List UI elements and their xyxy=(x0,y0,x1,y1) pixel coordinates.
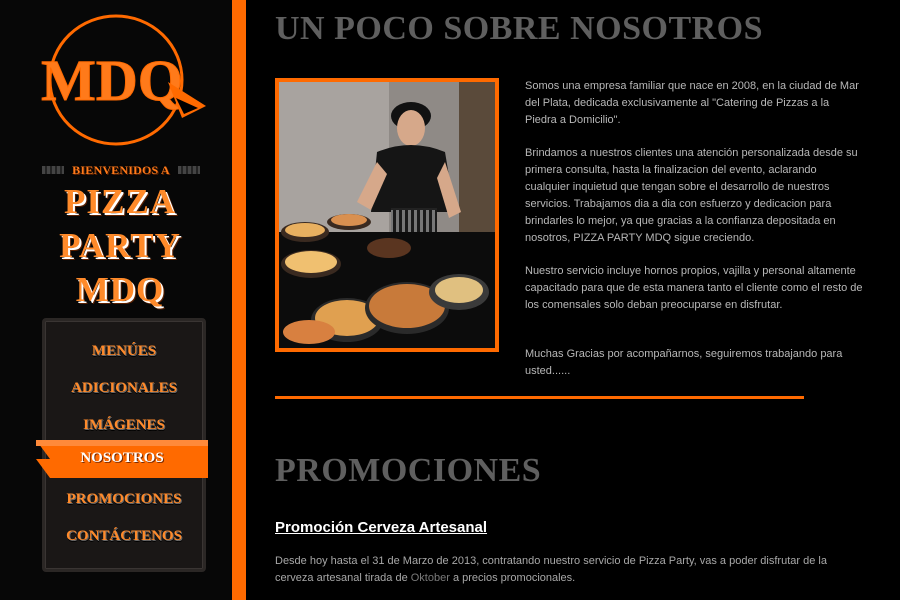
menu-item-promociones[interactable]: PROMOCIONES xyxy=(45,491,203,508)
brand-line-1: PIZZA xyxy=(64,182,176,221)
mdq-logo[interactable]: MDQ xyxy=(30,10,212,150)
promo-text-after: a precios promocionales. xyxy=(449,572,576,584)
promo-title-link[interactable]: Promoción Cerveza Artesanal xyxy=(275,519,487,536)
section-divider xyxy=(275,396,804,399)
welcome-text: BIENVENIDOS A xyxy=(72,162,170,177)
menu-item-nosotros[interactable]: NOSOTROS xyxy=(36,450,208,467)
menu-item-adicionales[interactable]: ADICIONALES xyxy=(45,380,203,397)
about-heading: UN POCO SOBRE NOSOTROS xyxy=(275,10,764,47)
chef-photo-image xyxy=(279,82,495,348)
about-paragraph-1: Somos una empresa familiar que nace en 2… xyxy=(525,80,859,126)
promo-text: Desde hoy hasta el 31 de Marzo de 2013, … xyxy=(275,553,865,587)
menu-item-contactenos[interactable]: CONTÁCTENOS xyxy=(45,528,203,545)
main-content: UN POCO SOBRE NOSOTROS Somos una empresa… xyxy=(246,0,900,600)
menu-item-menues[interactable]: MENÚES xyxy=(45,343,203,360)
sidebar: MDQ BIENVENIDOS A PIZZA PARTY MDQ MENÚES… xyxy=(0,0,232,600)
brand-line-2: PARTY xyxy=(59,226,181,265)
oktober-link[interactable]: Oktober xyxy=(411,572,450,584)
about-paragraph-2: Brindamos a nuestros clientes una atenci… xyxy=(525,147,858,244)
welcome-right-ornament xyxy=(177,166,200,174)
promos-heading: PROMOCIONES xyxy=(275,452,542,489)
chef-photo xyxy=(275,78,499,352)
svg-text:MDQ: MDQ xyxy=(41,48,183,113)
welcome-left-ornament xyxy=(42,166,64,174)
welcome-banner: BIENVENIDOS A xyxy=(42,160,200,180)
menu-item-imagenes[interactable]: IMÁGENES xyxy=(45,417,203,434)
about-paragraph-4: Muchas Gracias por acompañarnos, seguire… xyxy=(525,348,843,377)
sidebar-divider-bar xyxy=(232,0,246,600)
brand-line-3: MDQ xyxy=(75,270,165,309)
about-paragraph-3: Nuestro servicio incluye hornos propios,… xyxy=(525,265,863,311)
